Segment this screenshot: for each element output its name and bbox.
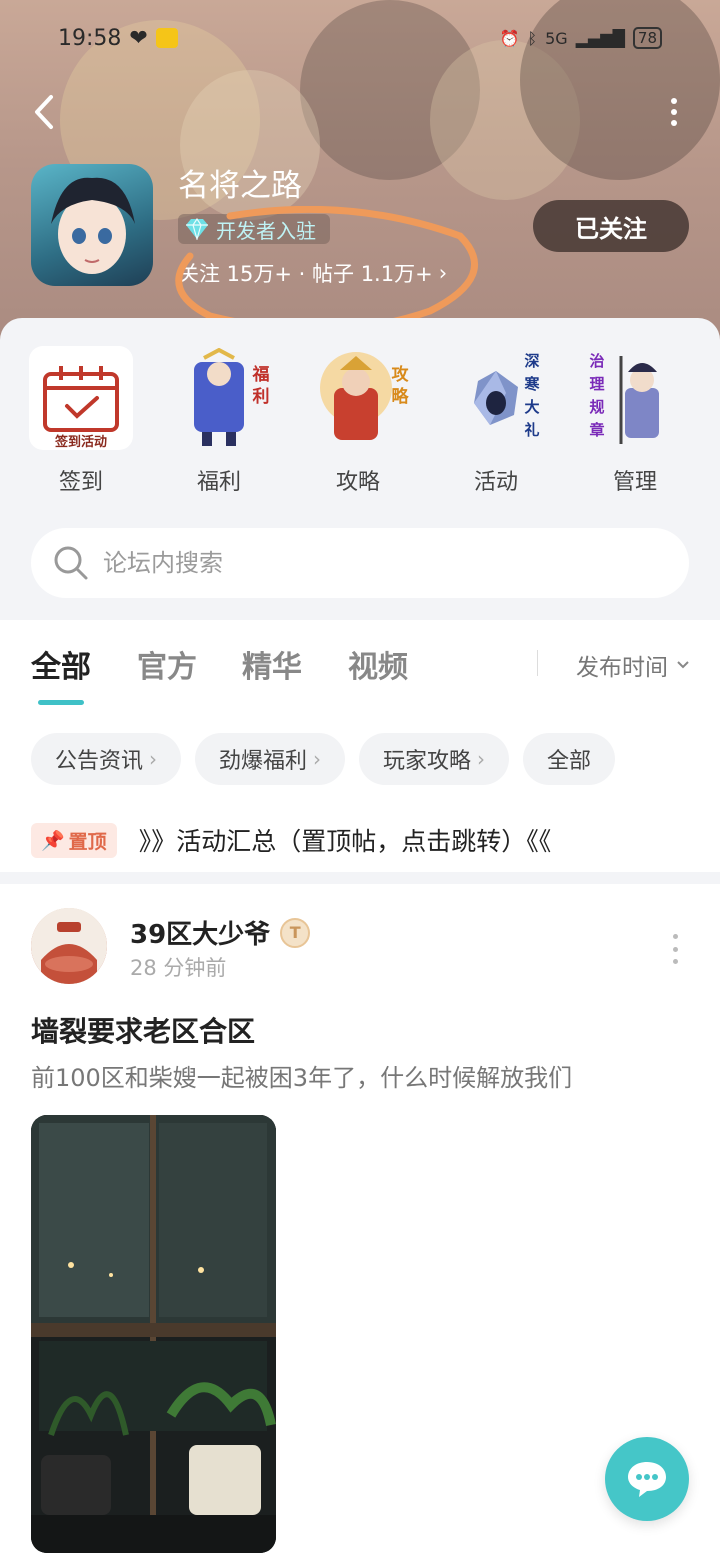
dot-icon	[672, 959, 678, 964]
quick-link-manage[interactable]: 治理规章 管理	[580, 346, 690, 496]
quick-link-checkin[interactable]: 签到活动 签到	[26, 346, 136, 496]
chip-label: 玩家攻略	[383, 749, 472, 774]
quick-link-label: 签到	[58, 470, 103, 495]
chip-label: 公告资讯	[55, 749, 144, 774]
signal-icon: ▂▄▆█	[575, 28, 625, 48]
divider	[537, 650, 538, 676]
post-filter-tabs: 全部 官方 精华 视频 发布时间	[0, 620, 720, 720]
chip-welfare[interactable]: 劲爆福利 ›	[195, 733, 346, 785]
post-timestamp: 28 分钟前	[130, 956, 227, 980]
events-gem-icon: 深寒大礼	[444, 346, 548, 450]
dot-icon	[671, 120, 677, 126]
quick-link-label: 管理	[612, 470, 657, 495]
post-image[interactable]	[31, 1115, 276, 1553]
chip-player-guides[interactable]: 玩家攻略 ›	[359, 733, 510, 785]
chevron-right-icon: ›	[438, 261, 448, 285]
section-divider	[0, 872, 720, 884]
sort-label: 发布时间	[576, 655, 668, 681]
chip-announcements[interactable]: 公告资讯 ›	[31, 733, 182, 785]
chip-label: 全部	[547, 749, 592, 774]
forum-stats-link[interactable]: 关注 15万+ · 帖子 1.1万+ ›	[178, 258, 447, 288]
more-options-button[interactable]	[664, 92, 684, 132]
guide-character-icon: 攻略	[306, 346, 410, 450]
chevron-right-icon: ›	[149, 747, 158, 771]
follow-button[interactable]: 已关注	[533, 200, 689, 252]
pinned-badge: 📌 置顶	[31, 822, 117, 858]
guide-side-text: 攻略	[391, 365, 409, 407]
checkin-calendar-icon: 签到活动	[29, 346, 133, 450]
dot-icon	[672, 934, 678, 939]
pinned-badge-label: 置顶	[68, 830, 107, 853]
active-tab-indicator	[38, 700, 84, 705]
dot-icon	[671, 109, 677, 115]
status-bar: 19:58 ❤ ⏰ ᛒ 5G ▂▄▆█ 78	[0, 0, 720, 76]
diamond-icon	[186, 218, 208, 240]
dot-icon	[671, 98, 677, 104]
post-title[interactable]: 墙裂要求老区合区	[31, 1010, 255, 1050]
sort-dropdown[interactable]: 发布时间	[576, 648, 690, 682]
manage-side-text: 治理规章	[589, 352, 605, 439]
chevron-right-icon: ›	[477, 747, 486, 771]
chip-all[interactable]: 全部	[523, 733, 616, 785]
heart-icon: ❤	[129, 25, 148, 51]
events-side-text: 深寒大礼	[524, 352, 540, 439]
welfare-character-icon: 福利	[167, 346, 271, 450]
back-button[interactable]	[24, 88, 64, 136]
search-input[interactable]	[103, 549, 603, 577]
category-chips: 公告资讯 › 劲爆福利 › 玩家攻略 › 全部	[31, 733, 616, 785]
chat-bubble-icon	[628, 1462, 666, 1497]
quick-links-panel: 签到活动 签到 福利 福利 攻略 攻略 深寒大礼 活动 治理规章 管理	[0, 318, 720, 620]
tab-video[interactable]: 视频	[348, 642, 408, 686]
welfare-side-text: 福利	[252, 365, 270, 407]
quick-link-label: 福利	[196, 470, 241, 495]
quick-link-welfare[interactable]: 福利 福利	[164, 346, 274, 496]
quick-link-guide[interactable]: 攻略 攻略	[303, 346, 413, 496]
pinned-post-title: 》》活动汇总（置顶帖，点击跳转）《《	[138, 827, 552, 856]
forum-stats: 关注 15万+ · 帖子 1.1万+	[178, 262, 433, 286]
chevron-down-icon	[677, 661, 689, 669]
manage-character-icon: 治理规章	[583, 346, 687, 450]
alarm-icon: ⏰	[499, 28, 520, 48]
avatar[interactable]	[31, 908, 107, 984]
bluetooth-icon: ᛒ	[527, 28, 538, 48]
pin-icon: 📌	[41, 829, 65, 852]
author-name: 39区大少爷	[130, 920, 271, 950]
app-notification-icon	[155, 28, 178, 48]
tab-featured[interactable]: 精华	[242, 642, 302, 686]
chevron-right-icon: ›	[313, 747, 322, 771]
checkin-caption: 签到活动	[54, 435, 107, 450]
game-title: 名将之路	[178, 168, 302, 204]
chevron-left-icon	[35, 95, 53, 129]
forum-search-bar[interactable]	[31, 528, 689, 598]
developer-badge: 开发者入驻	[178, 214, 330, 244]
pinned-post[interactable]: 📌 置顶 》》活动汇总（置顶帖，点击跳转）《《	[31, 822, 691, 858]
quick-link-label: 攻略	[335, 470, 380, 495]
search-icon	[54, 546, 88, 580]
post-more-button[interactable]	[670, 934, 680, 964]
developer-badge-label: 开发者入驻	[216, 218, 316, 243]
tab-official[interactable]: 官方	[137, 642, 197, 686]
quick-link-label: 活动	[473, 470, 518, 495]
level-badge: T	[280, 917, 311, 948]
post-author[interactable]: 39区大少爷 T	[130, 914, 311, 951]
quick-link-events[interactable]: 深寒大礼 活动	[441, 346, 551, 496]
battery-indicator: 78	[632, 27, 662, 49]
game-icon	[31, 164, 153, 286]
tab-all[interactable]: 全部	[31, 642, 91, 686]
new-post-button[interactable]	[605, 1437, 689, 1521]
post-body[interactable]: 前100区和柴嫂一起被困3年了，什么时候解放我们	[31, 1058, 572, 1093]
status-time: 19:58	[58, 25, 122, 51]
network-label: 5G	[545, 28, 568, 48]
dot-icon	[672, 946, 678, 952]
chip-label: 劲爆福利	[219, 749, 308, 774]
